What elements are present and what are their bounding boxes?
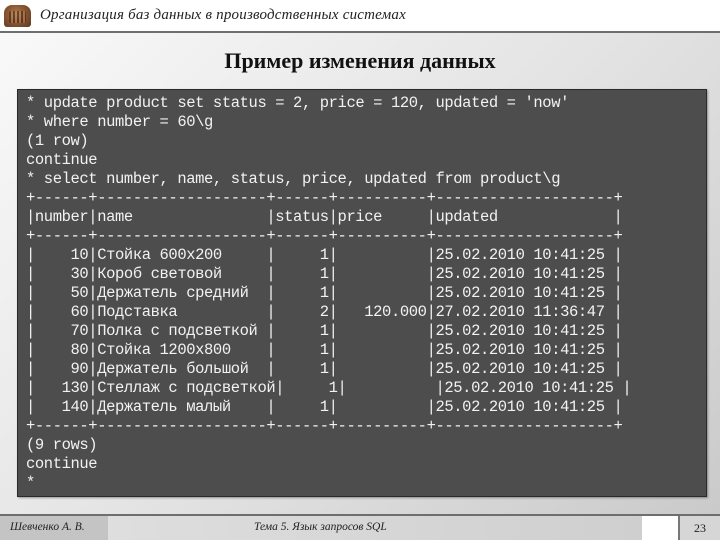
page-number: 23 [678,516,720,540]
table-border-top: +------+-------------------+------+-----… [26,189,623,207]
table-row: | 30|Короб световой | 1| |25.02.2010 10:… [26,265,623,283]
building-logo-icon [4,5,31,27]
table-border-bottom: +------+-------------------+------+-----… [26,417,623,435]
terminal-line-row-count: (9 rows) [26,436,98,454]
table-row-updated: | 60|Подставка | 2| 120.000|27.02.2010 1… [26,303,623,321]
terminal-prompt[interactable]: * [26,474,706,493]
slide-header: Организация баз данных в производственны… [0,0,720,33]
terminal-line-continue: continue [26,455,98,473]
table-header-row: |number|name |status|price |updated | [26,208,623,226]
table-row: | 10|Стойка 600x200 | 1| |25.02.2010 10:… [26,246,623,264]
table-border-header: +------+-------------------+------+-----… [26,227,623,245]
course-title: Организация баз данных в производственны… [40,7,406,23]
slide-title: Пример изменения данных [224,48,496,73]
table-row: | 70|Полка с подсветкой | 1| |25.02.2010… [26,322,623,340]
footer-author: Шевченко А. В. [0,516,108,540]
table-row: | 80|Стойка 1200x800 | 1| |25.02.2010 10… [26,341,623,359]
terminal-line-update-result: (1 row) [26,132,89,150]
table-row: | 140|Держатель малый | 1| |25.02.2010 1… [26,398,623,416]
footer-blank-box [642,516,678,540]
table-row: | 50|Держатель средний | 1| |25.02.2010 … [26,284,623,302]
terminal-line-continue: continue [26,151,98,169]
terminal-line-select-command: * select number, name, status, price, up… [26,170,561,188]
terminal-line-where-clause: * where number = 60\g [26,113,213,131]
terminal-window: * update product set status = 2, price =… [17,89,707,497]
footer-topic: Тема 5. Язык запросов SQL [108,516,642,540]
table-row: | 90|Держатель большой | 1| |25.02.2010 … [26,360,623,378]
slide-footer: Шевченко А. В. Тема 5. Язык запросов SQL… [0,514,720,540]
terminal-line-update-command: * update product set status = 2, price =… [26,94,569,112]
table-row: | 130|Стеллаж с подсветкой| 1| |25.02.20… [26,379,632,397]
